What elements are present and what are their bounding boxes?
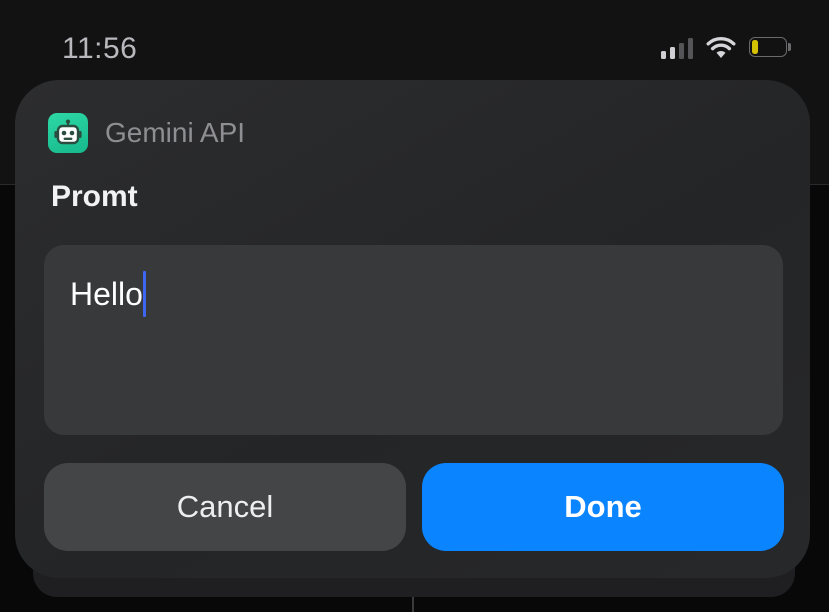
battery-level xyxy=(752,40,758,54)
wifi-icon xyxy=(705,36,737,60)
status-bar: 11:56 xyxy=(0,0,829,80)
app-header: Gemini API xyxy=(48,113,245,153)
battery-icon xyxy=(749,37,793,59)
cellular-signal-icon xyxy=(661,37,693,59)
battery-nub xyxy=(788,43,791,51)
signal-bar xyxy=(670,47,675,59)
done-button[interactable]: Done xyxy=(422,463,784,551)
status-time: 11:56 xyxy=(62,32,138,65)
status-icons xyxy=(661,36,793,60)
signal-bar xyxy=(688,38,693,59)
prompt-dialog: Gemini API Promt Hello Cancel Done xyxy=(15,80,810,578)
text-cursor xyxy=(142,271,146,317)
prompt-title: Promt xyxy=(51,180,138,213)
robot-icon xyxy=(48,113,88,153)
signal-bar xyxy=(679,43,684,59)
cancel-button[interactable]: Cancel xyxy=(44,463,406,551)
app-name: Gemini API xyxy=(105,117,246,148)
signal-bar xyxy=(661,51,666,59)
prompt-input[interactable]: Hello xyxy=(44,245,783,435)
prompt-input-value: Hello xyxy=(70,276,143,312)
